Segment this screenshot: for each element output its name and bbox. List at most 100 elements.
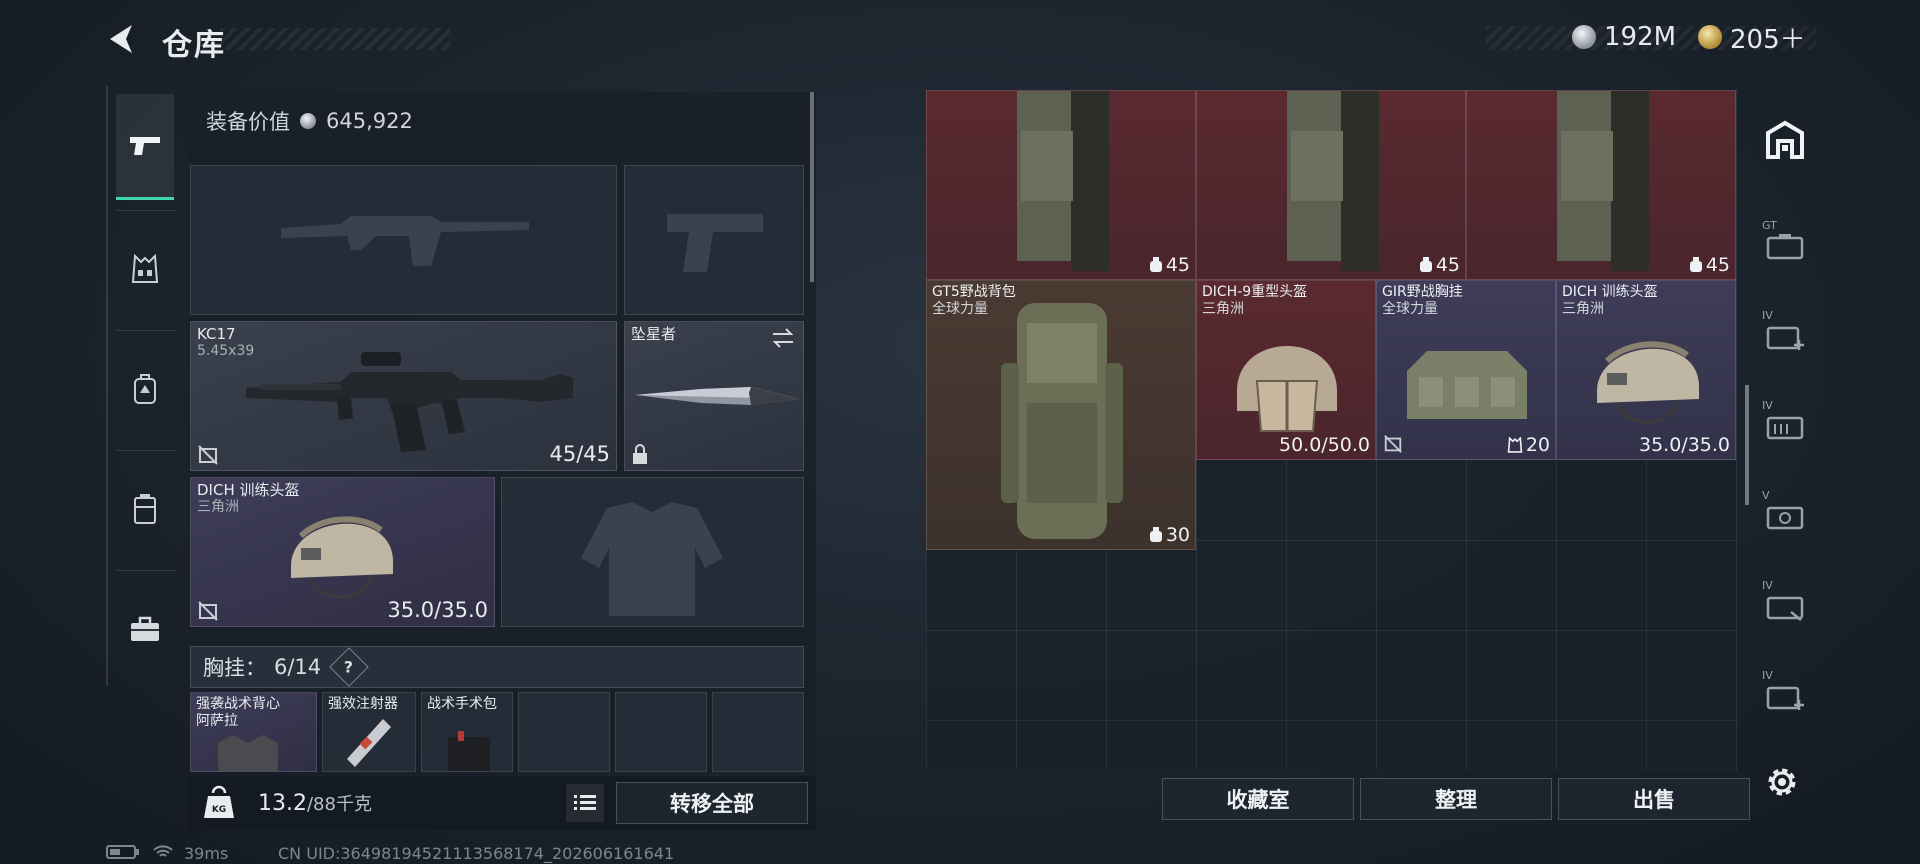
currency-silver: 192M bbox=[1572, 20, 1676, 54]
leg-pouch-image bbox=[1017, 91, 1109, 271]
storage-item-leg-pouch[interactable]: 45 bbox=[1196, 90, 1466, 280]
back-button[interactable] bbox=[106, 22, 140, 56]
currency-gold[interactable]: 205＋ bbox=[1698, 20, 1806, 55]
list-icon bbox=[574, 795, 596, 810]
vest-slot-empty[interactable] bbox=[712, 692, 804, 772]
chest-rig-image bbox=[1407, 351, 1527, 419]
category-containers[interactable] bbox=[116, 456, 174, 562]
swap-icon[interactable] bbox=[771, 328, 795, 348]
helmet-durability: 35.0/35.0 bbox=[387, 598, 488, 622]
container-slot[interactable]: IV bbox=[1758, 390, 1812, 450]
storage-item-heavy-helmet[interactable]: DICH-9重型头盔 三角洲 50.0/50.0 bbox=[1196, 280, 1376, 460]
vest-slot-empty[interactable] bbox=[615, 692, 707, 772]
backpack-icon bbox=[134, 374, 156, 404]
currency-gold-value: 205＋ bbox=[1730, 24, 1806, 55]
item-count: 45 bbox=[1149, 254, 1190, 276]
leg-pouch-image bbox=[1557, 91, 1649, 271]
category-tools[interactable] bbox=[116, 576, 174, 682]
category-vests[interactable] bbox=[116, 216, 174, 322]
vest-item-slot[interactable]: 强袭战术背心 阿萨拉 bbox=[190, 692, 317, 772]
no-insure-icon bbox=[198, 601, 218, 621]
silver-coin-icon bbox=[300, 113, 316, 129]
help-icon[interactable]: ? bbox=[329, 647, 369, 687]
backpack-capacity-icon bbox=[1149, 257, 1162, 272]
category-backpacks[interactable] bbox=[116, 336, 174, 442]
chest-rig-bar: 胸挂： 6/14 ? bbox=[190, 646, 804, 688]
container-slot[interactable]: IV bbox=[1758, 660, 1812, 720]
warehouse-icon bbox=[1766, 120, 1804, 159]
pistol-silhouette-icon bbox=[667, 214, 763, 272]
weight-readout: 13.2/88千克 bbox=[258, 790, 372, 816]
tactical-vest-image bbox=[218, 735, 278, 771]
collection-room-button[interactable]: 收藏室 bbox=[1162, 778, 1354, 820]
toolbox-icon bbox=[131, 616, 159, 641]
heavy-helmet-image bbox=[1237, 346, 1337, 432]
container-slot[interactable]: IV bbox=[1758, 570, 1812, 630]
no-insure-icon bbox=[1384, 435, 1402, 453]
ping-readout: 39ms bbox=[184, 844, 229, 863]
svg-text:KG: KG bbox=[212, 805, 226, 815]
container-sidebar: GT IV IV V IV IV bbox=[1752, 90, 1818, 770]
equip-value-label: 装备价值 bbox=[206, 110, 290, 134]
storage-item-training-helmet[interactable]: DICH 训练头盔 三角洲 35.0/35.0 bbox=[1556, 280, 1736, 460]
vest-item-slot[interactable]: 强效注射器 bbox=[322, 692, 416, 772]
melee-name: 坠星者 bbox=[631, 325, 677, 343]
helmet-brand: 三角洲 bbox=[197, 499, 239, 515]
item-brand: 三角洲 bbox=[1202, 301, 1244, 317]
storage-item-leg-pouch[interactable]: 45 bbox=[1466, 90, 1736, 280]
transfer-all-button[interactable]: 转移全部 bbox=[616, 782, 808, 824]
wifi-icon bbox=[152, 844, 174, 864]
armor-slot-empty[interactable] bbox=[501, 477, 804, 627]
weight-bar: KG 13.2/88千克 转移全部 bbox=[188, 776, 816, 830]
helmet-image bbox=[1597, 341, 1699, 424]
list-view-button[interactable] bbox=[566, 784, 604, 822]
item-brand: 三角洲 bbox=[1562, 301, 1604, 317]
sell-button[interactable]: 出售 bbox=[1558, 778, 1750, 820]
container-level: IV bbox=[1762, 578, 1773, 592]
vest-item-name: 战术手术包 bbox=[427, 696, 497, 712]
vest-slot-empty[interactable] bbox=[518, 692, 610, 772]
primary-weapon-slot[interactable]: KC17 5.45x39 45/45 bbox=[190, 321, 617, 471]
organize-button[interactable]: 整理 bbox=[1360, 778, 1552, 820]
help-mark: ? bbox=[344, 657, 354, 677]
item-name: GIR野战胸挂 bbox=[1382, 284, 1463, 300]
container-level: IV bbox=[1762, 308, 1773, 322]
knife-image bbox=[635, 387, 799, 405]
item-count: 30 bbox=[1149, 524, 1190, 546]
med-case-icon bbox=[1766, 506, 1804, 529]
page-title: 仓库 bbox=[162, 28, 226, 63]
gear-case-icon bbox=[1766, 596, 1804, 621]
vest-capacity-icon bbox=[1507, 437, 1523, 453]
divider bbox=[116, 570, 176, 571]
category-sidebar bbox=[106, 86, 180, 686]
equip-value: 装备价值 645,922 bbox=[206, 106, 413, 136]
gold-coin-icon bbox=[1698, 25, 1722, 49]
primary-weapon-slot-empty[interactable] bbox=[190, 165, 617, 315]
container-slot[interactable]: GT bbox=[1758, 210, 1812, 270]
currency-silver-value: 192M bbox=[1604, 22, 1677, 52]
helmet-slot[interactable]: DICH 训练头盔 三角洲 35.0/35.0 bbox=[190, 477, 495, 627]
vest-item-slot[interactable]: 战术手术包 bbox=[421, 692, 513, 772]
add-case-icon bbox=[1766, 686, 1804, 710]
storage-item-backpack[interactable]: GT5野战背包 全球力量 30 bbox=[926, 280, 1196, 550]
storage-scrollbar[interactable] bbox=[1745, 385, 1749, 505]
category-weapons[interactable] bbox=[116, 94, 174, 200]
item-name: DICH-9重型头盔 bbox=[1202, 284, 1308, 300]
storage-item-chest-rig[interactable]: GIR野战胸挂 全球力量 20 bbox=[1376, 280, 1556, 460]
case-icon bbox=[134, 494, 156, 524]
weapon-name: KC17 bbox=[197, 325, 236, 343]
storage-item-leg-pouch[interactable]: 45 bbox=[926, 90, 1196, 280]
container-slot[interactable]: IV bbox=[1758, 300, 1812, 360]
scrollbar[interactable] bbox=[810, 92, 814, 282]
gear-icon bbox=[1768, 768, 1796, 796]
no-insure-icon bbox=[198, 445, 218, 465]
melee-slot[interactable]: 坠星者 bbox=[624, 321, 804, 471]
settings-button[interactable] bbox=[1762, 762, 1802, 802]
secondary-weapon-slot-empty[interactable] bbox=[624, 165, 804, 315]
container-slot[interactable]: V bbox=[1758, 480, 1812, 540]
kc17-rifle-image bbox=[246, 352, 573, 452]
storage-grid: 45 45 45 GT5野战背包 全球力量 30 DICH-9重型头盔 三角洲 … bbox=[926, 90, 1738, 770]
injector-image bbox=[347, 719, 391, 767]
lock-icon bbox=[633, 444, 647, 464]
warehouse-tab[interactable] bbox=[1758, 110, 1812, 170]
